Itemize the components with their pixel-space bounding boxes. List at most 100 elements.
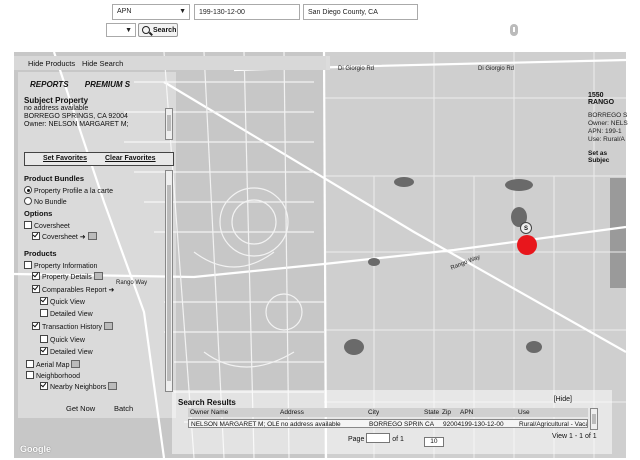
checkbox-icon[interactable] (24, 221, 32, 229)
table-header-row: Owner Name Address City State Zip APN Us… (188, 408, 588, 417)
document-icon (93, 272, 103, 280)
checkbox-icon[interactable] (40, 382, 48, 390)
tab-premium[interactable]: PREMIUM S (85, 80, 130, 89)
checkbox-icon[interactable] (32, 272, 40, 280)
comparables-item[interactable]: Comparables Report ➜ (32, 285, 114, 294)
table-row[interactable]: NELSON MARGARET M; OLENI no address avai… (188, 419, 588, 428)
street-label: Di Giorgio Rd (338, 66, 375, 72)
property-info-panel: 1550 RANGO BORREGO S Owner: NELS APN: 19… (588, 92, 628, 164)
column-header[interactable]: APN (460, 409, 473, 416)
subject-marker-label[interactable]: S (520, 222, 532, 234)
property-details-item[interactable]: Property Details (32, 272, 103, 281)
column-header[interactable]: State (424, 409, 439, 416)
column-header[interactable]: City (368, 409, 379, 416)
property-info-item[interactable]: Property Information (24, 261, 97, 270)
set-as-subject-link[interactable]: Set as Subjec (588, 150, 628, 164)
set-favorites-link[interactable]: Set Favorites (43, 155, 87, 162)
street-label: Rango Way (116, 280, 148, 286)
google-logo: Google (20, 444, 51, 454)
nearby-neighbors-item[interactable]: Nearby Neighbors (40, 382, 118, 391)
quick-view-label: Quick View (50, 299, 85, 306)
column-header[interactable]: Owner Name (190, 409, 228, 416)
coversheet-option[interactable]: Coversheet (24, 221, 70, 230)
property-info-label: Property Information (34, 263, 98, 270)
checkbox-icon[interactable] (26, 371, 34, 379)
cell-zip: 92004 (443, 421, 462, 428)
checkbox-icon[interactable] (32, 285, 40, 293)
quick-view-item-1[interactable]: Quick View (40, 297, 85, 306)
page-count: of 1 (392, 436, 404, 443)
search-icon (142, 26, 150, 34)
bundle-profile-label: Property Profile a la carte (34, 188, 113, 195)
hide-products-link[interactable]: Hide Products (28, 59, 75, 68)
county-input[interactable]: San Diego County, CA (303, 4, 418, 20)
arrow-icon: ➜ (77, 234, 86, 241)
favorites-bar: Set Favorites Clear Favorites (24, 152, 174, 166)
right-panel-use: Use: Rural/A (588, 136, 625, 143)
info-pin-icon[interactable] (510, 24, 518, 36)
page-input[interactable] (366, 433, 391, 443)
column-header[interactable]: Zip (442, 409, 451, 416)
checkbox-icon[interactable] (40, 297, 48, 305)
radio-icon[interactable] (24, 197, 32, 205)
search-button[interactable]: Search (138, 23, 178, 37)
checkbox-icon[interactable] (26, 360, 34, 368)
checkbox-icon[interactable] (40, 309, 48, 317)
coversheet-item[interactable]: Coversheet ➜ (32, 232, 97, 241)
view-count: View 1 - 1 of 1 (552, 433, 597, 440)
checkbox-icon[interactable] (40, 335, 48, 343)
results-scrollbar[interactable] (590, 408, 598, 430)
neighborhood-label: Neighborhood (36, 373, 80, 380)
aerial-map-item[interactable]: Aerial Map (26, 360, 81, 369)
transaction-history-item[interactable]: Transaction History (32, 322, 114, 331)
hide-search-link[interactable]: Hide Search (82, 59, 123, 68)
document-icon (71, 360, 81, 368)
bundle-profile-option[interactable]: Property Profile a la carte (24, 186, 113, 195)
document-icon (108, 382, 118, 390)
scroll-thumb[interactable] (167, 185, 171, 381)
checkbox-icon[interactable] (40, 347, 48, 355)
cell-owner: NELSON MARGARET M; OLENI (191, 421, 279, 428)
options-title: Options (24, 209, 53, 218)
clear-favorites-link[interactable]: Clear Favorites (105, 155, 156, 162)
tab-reports[interactable]: REPORTS (30, 80, 69, 89)
checkbox-icon[interactable] (32, 232, 40, 240)
document-icon (87, 232, 97, 240)
cell-address: no address available (281, 421, 341, 428)
checkbox-icon[interactable] (32, 322, 40, 330)
scroll-thumb[interactable] (167, 115, 171, 131)
search-button-label: Search (153, 27, 177, 34)
scroll-thumb[interactable] (592, 414, 596, 424)
neighborhood-item[interactable]: Neighborhood (26, 371, 80, 380)
subject-city: BORREGO SPRINGS, CA 92004 (24, 113, 128, 120)
detailed-view-item-2[interactable]: Detailed View (40, 347, 93, 356)
get-now-button[interactable]: Get Now (66, 404, 95, 413)
no-bundle-option[interactable]: No Bundle (24, 197, 67, 206)
column-header[interactable]: Address (280, 409, 304, 416)
quick-view-item-2[interactable]: Quick View (40, 335, 85, 344)
transaction-history-label: Transaction History (42, 324, 103, 331)
results-hide-link[interactable]: [Hide] (554, 396, 572, 403)
detailed-view-item-1[interactable]: Detailed View (40, 309, 93, 318)
right-panel-apn: APN: 199-1 (588, 128, 622, 135)
products-scrollbar[interactable] (165, 170, 173, 392)
right-panel-address: 1550 RANGO (588, 92, 615, 106)
column-header[interactable]: Use (518, 409, 530, 416)
aerial-map-label: Aerial Map (36, 362, 70, 369)
cell-city: BORREGO SPRINGS (369, 421, 423, 428)
search-type-select[interactable]: APN ▼ (112, 4, 190, 20)
no-bundle-label: No Bundle (34, 199, 67, 206)
batch-button[interactable]: Batch (114, 404, 133, 413)
property-marker[interactable] (517, 235, 537, 255)
radio-icon[interactable] (24, 186, 32, 194)
apn-input[interactable]: 199-130-12-00 (194, 4, 300, 20)
report-tabs: REPORTS PREMIUM S (30, 80, 130, 89)
detailed-view-label: Detailed View (50, 311, 93, 318)
bundles-title: Product Bundles (24, 174, 85, 183)
page-size-select[interactable]: 10 (423, 437, 444, 447)
chevron-down-icon: ▼ (179, 8, 186, 15)
quick-view-label: Quick View (50, 337, 85, 344)
extra-select[interactable]: ▼ (106, 23, 136, 37)
subject-scrollbar[interactable] (165, 108, 173, 140)
checkbox-icon[interactable] (24, 261, 32, 269)
